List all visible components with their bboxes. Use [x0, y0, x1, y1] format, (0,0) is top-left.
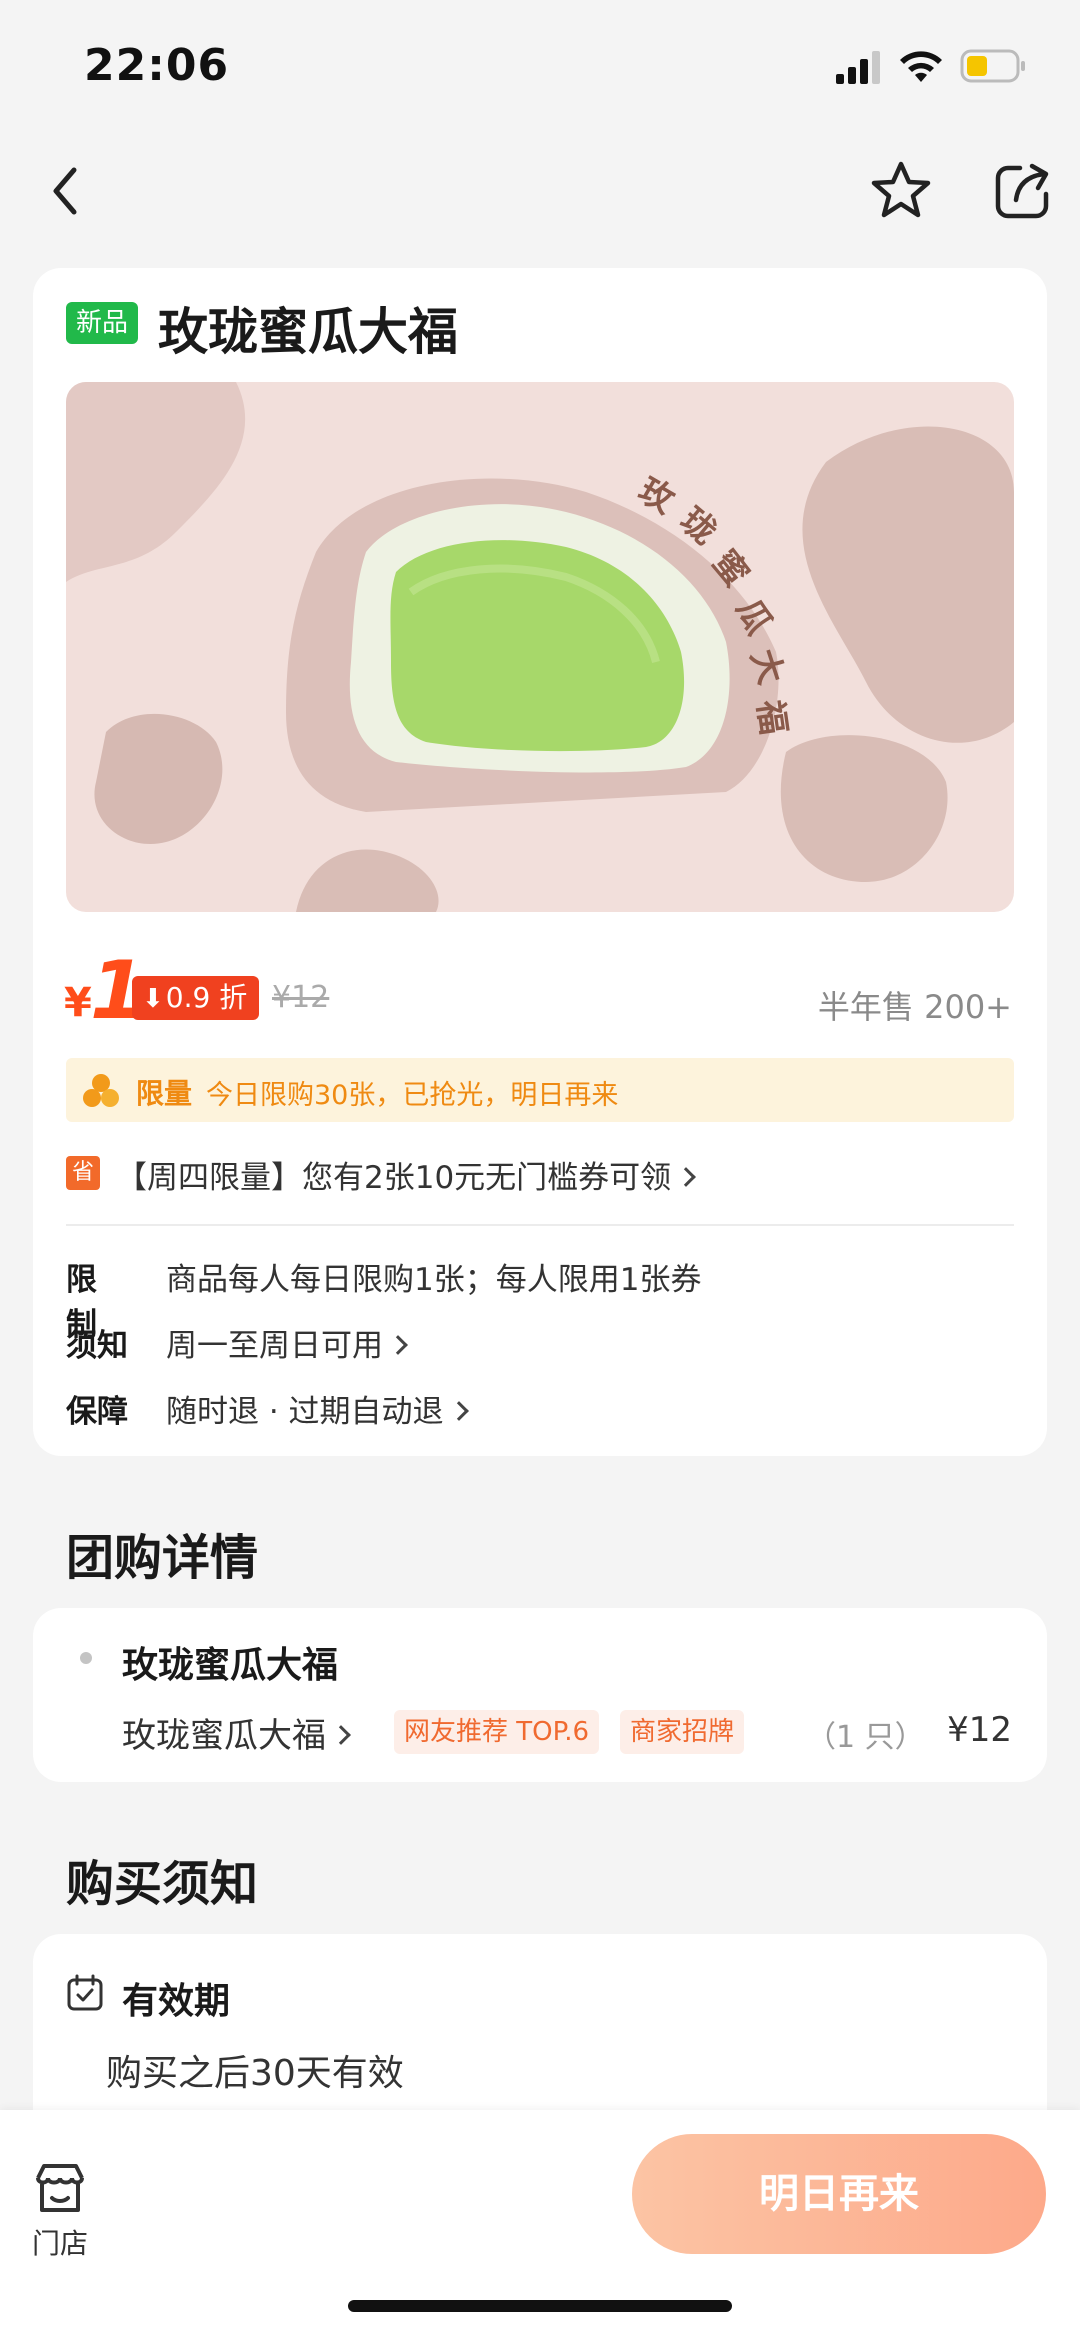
rule-guarantee[interactable]: 保障 随时退 · 过期自动退: [66, 1386, 666, 1430]
limit-icon: [83, 1074, 119, 1107]
sold-count: 半年售 200+: [817, 988, 1012, 1026]
price-symbol: ¥: [64, 980, 92, 1026]
chevron-right-icon: [331, 1724, 351, 1745]
share-icon[interactable]: [990, 160, 1054, 224]
original-price: ¥12: [272, 980, 330, 1015]
calendar-icon: [67, 1974, 103, 2011]
star-icon[interactable]: [868, 158, 934, 224]
limit-banner: 限量 今日限购30张，已抢光，明日再来: [66, 1058, 1014, 1122]
notice-text: 购买之后30天有效: [106, 2053, 404, 2094]
item-price: ¥12: [947, 1710, 1012, 1750]
rule-value: 周一至周日可用: [166, 1328, 383, 1364]
bullet-dot: [80, 1652, 92, 1664]
rule-text: 随时退 · 过期自动退: [166, 1386, 469, 1431]
product-title: 玫珑蜜瓜大福: [158, 303, 458, 361]
coupon-text: 【周四限量】您有2张10元无门槛券可领: [116, 1152, 697, 1197]
status-time: 22:06: [84, 40, 230, 91]
rule-text: 周一至周日可用: [166, 1320, 408, 1365]
buy-button[interactable]: 明日再来: [632, 2134, 1046, 2254]
discount-badge: ⬇0.9 折: [132, 976, 260, 1020]
divider: [66, 1224, 1014, 1226]
rule-notice[interactable]: 须知 周一至周日可用: [66, 1320, 666, 1364]
rule-label: 须知: [66, 1328, 128, 1364]
wifi-icon: [900, 51, 942, 82]
tag-recommend: 网友推荐 TOP.6: [394, 1710, 600, 1754]
home-indicator: [348, 2300, 732, 2312]
rule-value: 随时退 · 过期自动退: [166, 1394, 444, 1430]
store-label[interactable]: 门店: [32, 2222, 88, 2262]
group-name: 玫珑蜜瓜大福: [122, 1645, 339, 1686]
notice-heading: 有效期: [122, 1981, 231, 2022]
discount-label: 0.9 折: [165, 981, 248, 1014]
signal-icon: [836, 51, 880, 84]
product-image[interactable]: 玫 珑 蜜 瓜 大 福: [66, 382, 1014, 912]
rule-text: 商品每人每日限购1张；每人限用1张券: [166, 1262, 702, 1298]
item-quantity: （1 只）: [806, 1720, 925, 1755]
group-item-label: 玫珑蜜瓜大福: [122, 1716, 326, 1756]
section-title-group: 团购详情: [66, 1530, 259, 1586]
limit-tag: 限量: [136, 1077, 193, 1110]
limit-text: 今日限购30张，已抢光，明日再来: [206, 1080, 619, 1111]
status-bar: 22:06: [0, 0, 1080, 130]
rule-label: 保障: [66, 1394, 128, 1430]
tag-signature: 商家招牌: [620, 1710, 745, 1754]
back-icon[interactable]: [40, 156, 100, 226]
coupon-row[interactable]: 省 【周四限量】您有2张10元无门槛券可领: [66, 1150, 1014, 1196]
store-icon[interactable]: [32, 2160, 88, 2216]
group-item-link[interactable]: 玫珑蜜瓜大福: [122, 1708, 351, 1757]
save-icon: 省: [66, 1156, 100, 1190]
chevron-right-icon: [676, 1166, 697, 1187]
chevron-right-icon: [448, 1400, 469, 1421]
battery-icon: [960, 49, 1025, 83]
svg-text:福: 福: [749, 697, 793, 737]
down-arrow-icon: ⬇: [142, 984, 164, 1014]
new-badge: 新品: [66, 302, 139, 344]
section-title-notice: 购买须知: [66, 1856, 259, 1912]
chevron-right-icon: [388, 1334, 408, 1355]
coupon-label: 【周四限量】您有2张10元无门槛券可领: [116, 1160, 672, 1196]
